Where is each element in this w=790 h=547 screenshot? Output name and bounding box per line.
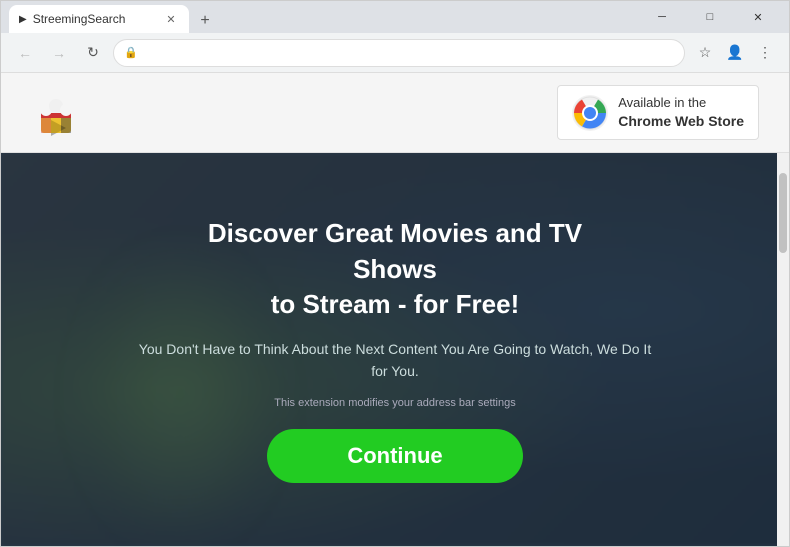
title-bar: ▶ StreemingSearch ✕ + ─ □ ✕ [1, 1, 789, 33]
continue-button[interactable]: Continue [267, 429, 522, 483]
tab-strip: ▶ StreemingSearch ✕ + [9, 1, 217, 33]
reload-button[interactable]: ↻ [79, 39, 107, 67]
logo-icon [31, 88, 81, 138]
close-button[interactable]: ✕ [735, 1, 781, 33]
hero-content: Discover Great Movies and TV Shows to St… [135, 216, 655, 482]
address-bar[interactable]: 🔒 [113, 39, 685, 67]
hero-title: Discover Great Movies and TV Shows to St… [135, 216, 655, 321]
page-content: Available in the Chrome Web Store Discov… [1, 73, 789, 546]
tab-title: StreemingSearch [33, 12, 157, 26]
window-controls: ─ □ ✕ [639, 1, 781, 33]
account-button[interactable]: 👤 [721, 39, 749, 67]
chrome-store-badge[interactable]: Available in the Chrome Web Store [557, 85, 759, 141]
tab-close-button[interactable]: ✕ [163, 11, 179, 27]
nav-right-controls: ☆ 👤 ⋮ [691, 39, 779, 67]
scrollbar[interactable] [777, 153, 789, 546]
maximize-button[interactable]: □ [687, 1, 733, 33]
chrome-store-badge-text: Available in the Chrome Web Store [618, 94, 744, 132]
new-tab-button[interactable]: + [193, 9, 217, 33]
hero-section: Discover Great Movies and TV Shows to St… [1, 153, 789, 546]
site-logo [31, 88, 81, 138]
active-tab[interactable]: ▶ StreemingSearch ✕ [9, 5, 189, 33]
scrollbar-thumb[interactable] [779, 173, 787, 253]
hero-disclaimer: This extension modifies your address bar… [135, 397, 655, 409]
nav-bar: ← → ↻ 🔒 ☆ 👤 ⋮ [1, 33, 789, 73]
browser-window: ▶ StreemingSearch ✕ + ─ □ ✕ ← → ↻ 🔒 ☆ 👤 … [0, 0, 790, 547]
back-button[interactable]: ← [11, 39, 39, 67]
minimize-button[interactable]: ─ [639, 1, 685, 33]
menu-button[interactable]: ⋮ [751, 39, 779, 67]
bookmark-button[interactable]: ☆ [691, 39, 719, 67]
hero-subtitle: You Don't Have to Think About the Next C… [135, 338, 655, 383]
chrome-store-icon [572, 95, 608, 131]
lock-icon: 🔒 [124, 46, 138, 59]
tab-favicon: ▶ [19, 14, 27, 25]
forward-button[interactable]: → [45, 39, 73, 67]
site-header: Available in the Chrome Web Store [1, 73, 789, 153]
